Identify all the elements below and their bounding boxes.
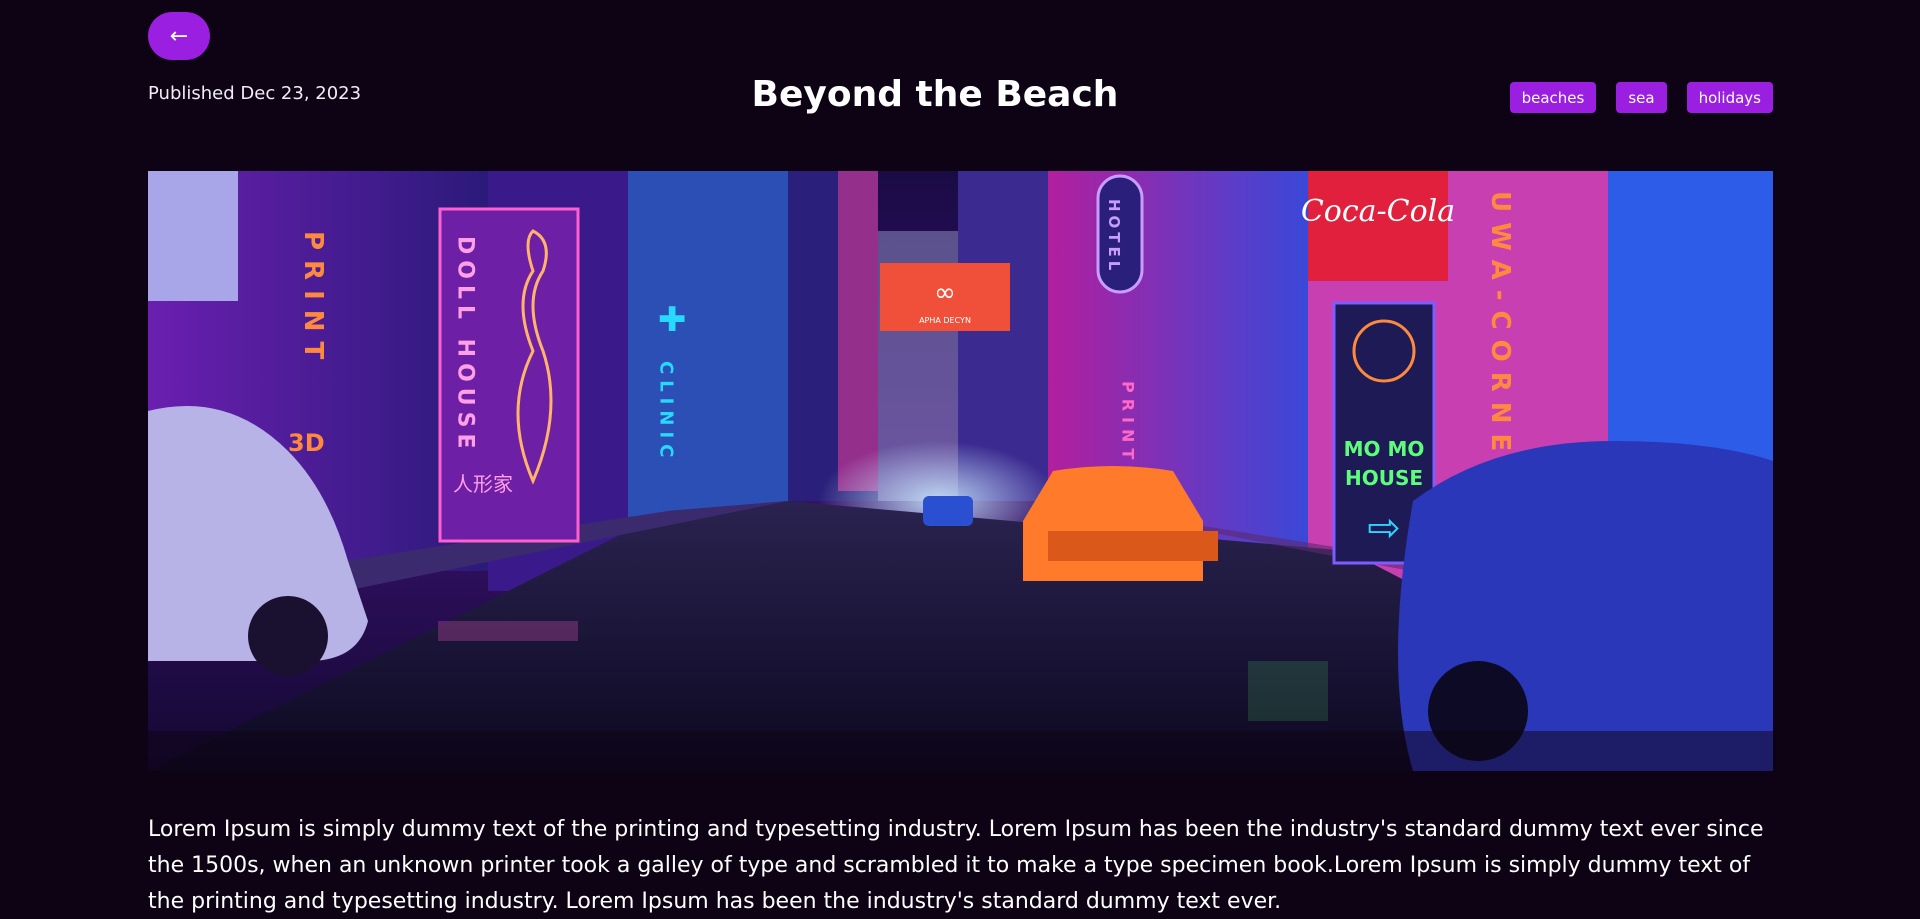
print-small-text: PRINT (1119, 381, 1138, 465)
clinic-text: CLINIC (656, 361, 677, 463)
cola-sign: Coca-Cola (1301, 171, 1455, 281)
svg-text:⇨: ⇨ (1367, 505, 1401, 551)
print-sign-text: PRINT (298, 231, 328, 369)
svg-text:✚: ✚ (658, 300, 687, 340)
tag-sea[interactable]: sea (1616, 82, 1667, 113)
hotel-sign: HOTEL (1096, 174, 1144, 294)
corner-sign-text: UWA-CORNE (1485, 191, 1515, 461)
cola-text: Coca-Cola (1301, 194, 1455, 229)
arrow-left-icon: ← (169, 23, 189, 49)
blog-post-page: ← Published Dec 23, 2023 Beyond the Beac… (0, 0, 1920, 919)
small-car (923, 496, 973, 526)
house-text: HOUSE (1345, 466, 1423, 490)
svg-text:∞: ∞ (934, 278, 956, 308)
back-button[interactable]: ← (148, 12, 210, 60)
hotel-text: HOTEL (1105, 199, 1123, 274)
hero-image: PRINT 3D DOLL HOUSE 人形家 ✚ CLINIC ∞ APHA … (148, 171, 1773, 771)
tag-list: beaches sea holidays (1509, 82, 1773, 113)
momo-text: MO MO (1344, 437, 1425, 461)
doll-house-sign: DOLL HOUSE 人形家 (438, 207, 580, 543)
tag-holidays[interactable]: holidays (1686, 82, 1773, 113)
billboard-text: APHA DECYN (919, 316, 971, 325)
right-car (1398, 441, 1773, 771)
center-billboard: ∞ APHA DECYN (880, 263, 1010, 331)
doll-house-cjk-text: 人形家 (453, 472, 513, 496)
print-3d-text: 3D (288, 429, 325, 457)
article-body: Lorem Ipsum is simply dummy text of the … (148, 817, 1764, 914)
tag-beaches[interactable]: beaches (1509, 82, 1597, 113)
doll-house-text: DOLL HOUSE (453, 236, 478, 455)
